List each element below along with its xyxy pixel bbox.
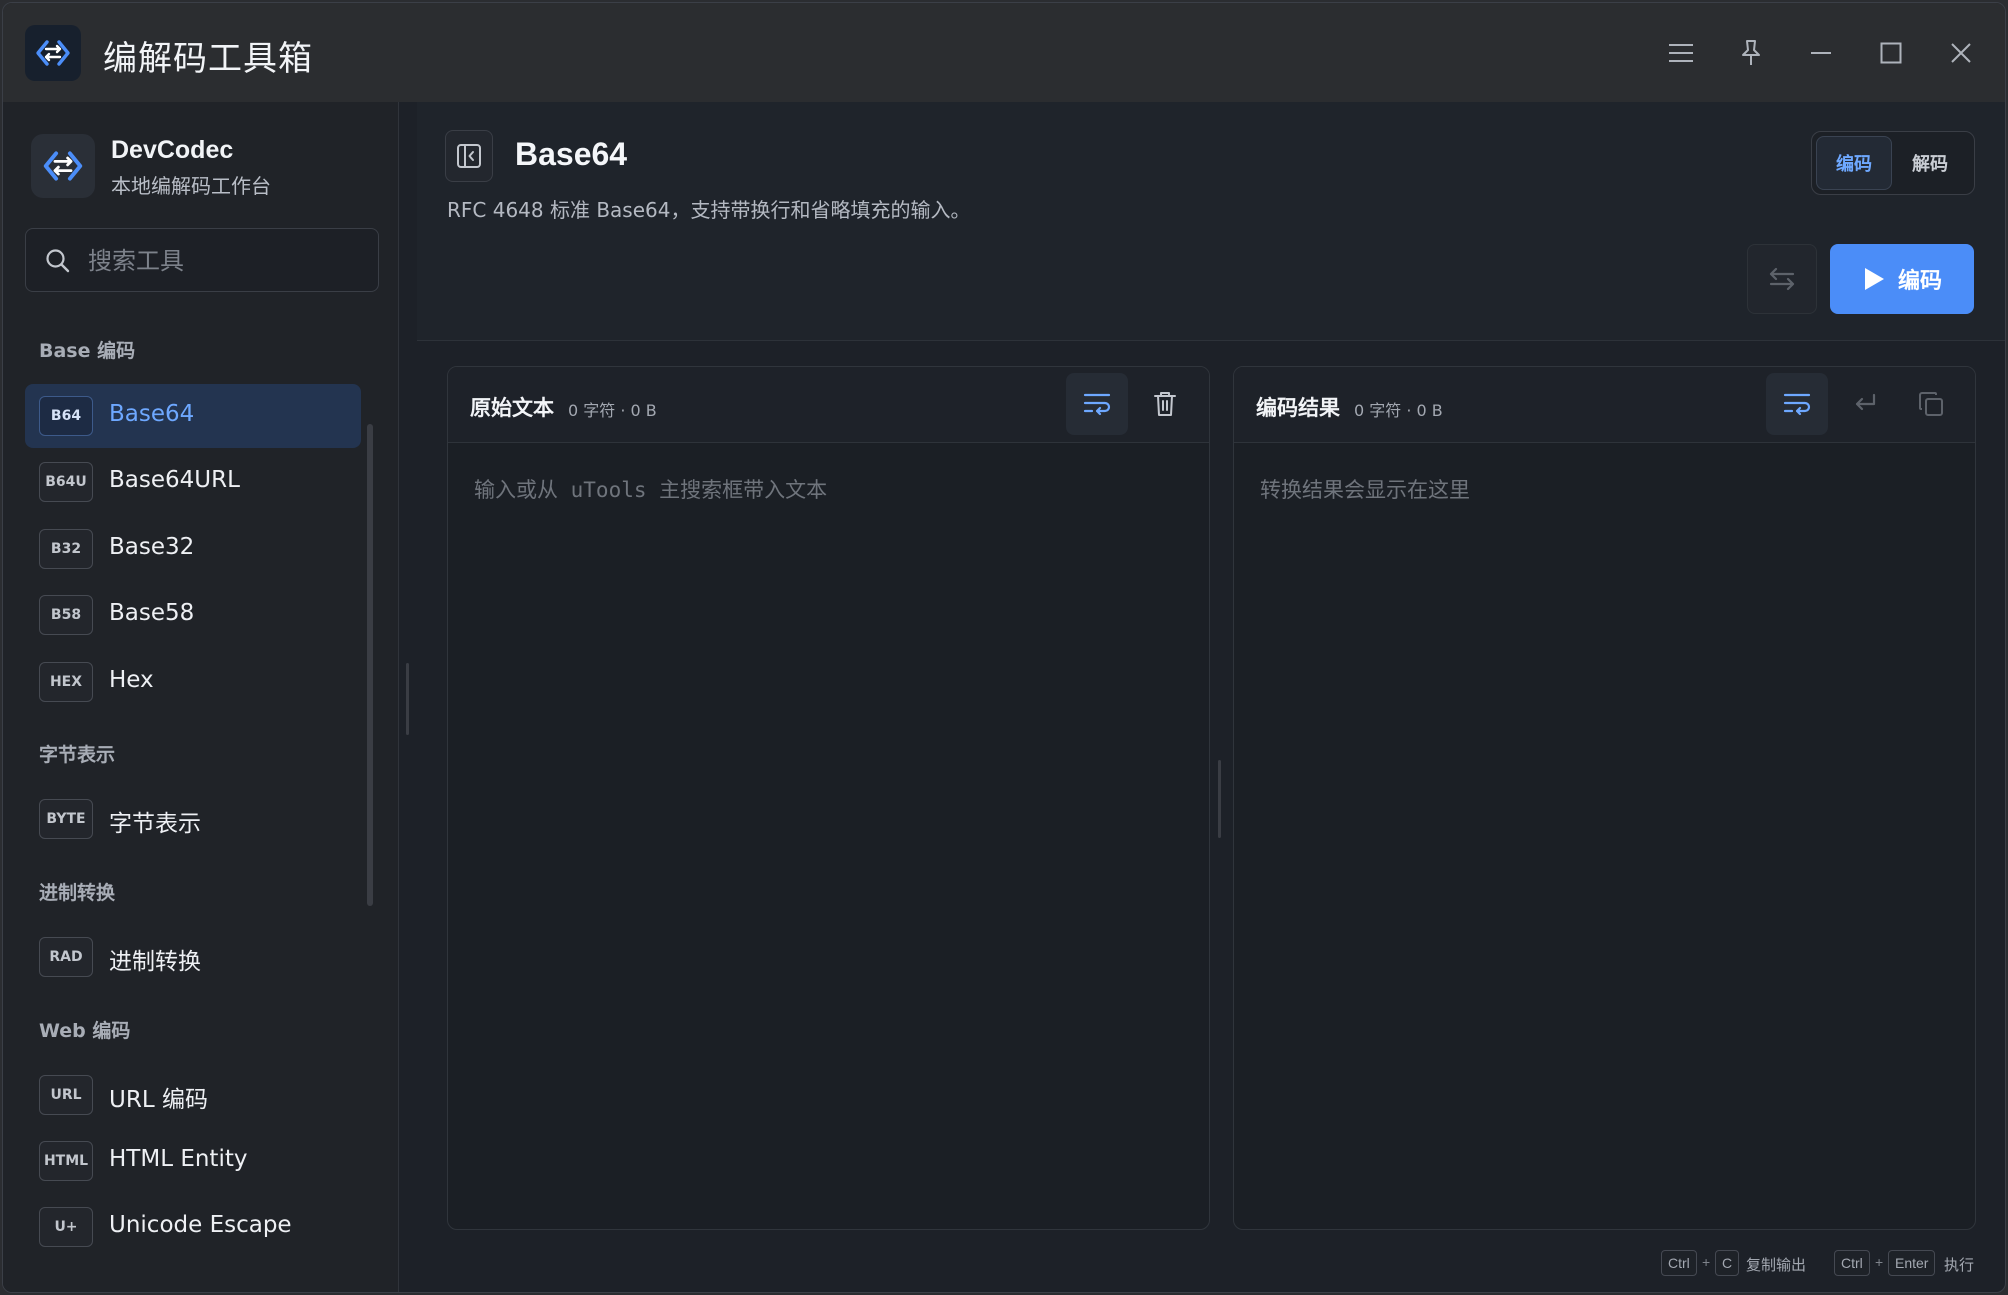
- nav-badge: B58: [39, 595, 93, 635]
- panel-resize-handle[interactable]: [1218, 760, 1221, 838]
- maximize-icon[interactable]: [1867, 29, 1915, 77]
- sidebar: DevCodec 本地编解码工作台 Base 编码 B64 Base64 B64…: [3, 102, 399, 1292]
- nav-badge: BYTE: [39, 799, 93, 839]
- close-icon[interactable]: [1937, 29, 1985, 77]
- return-arrow-icon: [1855, 393, 1876, 411]
- word-wrap-icon: [1083, 393, 1111, 416]
- nav-label: Hex: [109, 667, 154, 693]
- group-label-bytes: 字节表示: [39, 744, 116, 766]
- search-input[interactable]: [88, 241, 368, 281]
- nav-item-base64[interactable]: B64 Base64: [25, 384, 361, 448]
- word-wrap-icon: [1783, 393, 1811, 416]
- input-panel-header: 原始文本 0 字符 · 0 B: [448, 367, 1209, 443]
- trash-icon: [1154, 392, 1176, 416]
- search-icon: [44, 247, 72, 280]
- tool-title: Base64: [515, 136, 628, 172]
- mode-toggle: 编码 解码: [1811, 131, 1975, 195]
- app-title: 编解码工具箱: [103, 39, 313, 79]
- run-hint: 执行: [1944, 1256, 1975, 1274]
- run-button-label: 编码: [1897, 269, 1942, 294]
- search-box[interactable]: [25, 228, 379, 292]
- nav-badge: HTML: [39, 1141, 93, 1181]
- nav-label: HTML Entity: [109, 1146, 248, 1172]
- copy-icon: [1919, 392, 1943, 416]
- minimize-icon[interactable]: [1797, 29, 1845, 77]
- kbd-plus: +: [1875, 1254, 1884, 1270]
- app-window: 编解码工具箱 DevCodec 本地编解码工作台 搜索工具 Base 编码 B6…: [2, 2, 2006, 1293]
- nav-item-base32[interactable]: B32 Base32: [25, 517, 361, 581]
- group-label-base: Base 编码: [39, 340, 136, 362]
- sidebar-scrollbar[interactable]: [367, 424, 373, 906]
- nav-badge: B64U: [39, 462, 93, 502]
- output-wrap-toggle-button[interactable]: [1766, 373, 1828, 435]
- collapse-sidebar-button[interactable]: [445, 130, 493, 182]
- nav-label: Base58: [109, 600, 195, 626]
- output-panel: 编码结果 0 字符 · 0 B: [1233, 366, 1976, 1230]
- output-textarea[interactable]: [1234, 444, 1975, 1229]
- nav-badge: B32: [39, 529, 93, 569]
- nav-item-html-entity[interactable]: HTML HTML Entity: [25, 1129, 361, 1193]
- kbd-ctrl: Ctrl: [1834, 1250, 1870, 1276]
- pin-icon[interactable]: [1727, 29, 1775, 77]
- input-panel-title: 原始文本: [470, 396, 554, 420]
- shortcut-hints: Ctrl + C 复制输出 Ctrl + Enter 执行: [417, 1250, 2005, 1280]
- brand-name: DevCodec: [111, 136, 234, 164]
- main-content: Base64 RFC 4648 标准 Base64，支持带换行和省略填充的输入。…: [417, 102, 2005, 1292]
- copy-output-button[interactable]: [1900, 373, 1962, 435]
- nav-label: Base64: [109, 401, 195, 427]
- wrap-toggle-button[interactable]: [1066, 373, 1128, 435]
- swap-icon: [1769, 267, 1795, 291]
- kbd-enter: Enter: [1888, 1250, 1936, 1276]
- nav-label: 进制转换: [109, 949, 201, 975]
- mode-decode-button[interactable]: 解码: [1892, 136, 1968, 190]
- swap-button[interactable]: [1747, 244, 1817, 314]
- output-panel-meta: 0 字符 · 0 B: [1354, 401, 1443, 420]
- nav-badge: U+: [39, 1207, 93, 1247]
- input-panel: 原始文本 0 字符 · 0 B: [447, 366, 1210, 1230]
- output-panel-title: 编码结果: [1256, 396, 1340, 420]
- title-bar: 编解码工具箱: [3, 3, 2005, 102]
- nav-badge: HEX: [39, 662, 93, 702]
- menu-icon[interactable]: [1657, 29, 1705, 77]
- run-button[interactable]: 编码: [1830, 244, 1974, 314]
- nav-item-base58[interactable]: B58 Base58: [25, 583, 361, 647]
- nav-badge: RAD: [39, 937, 93, 977]
- brand-subtitle: 本地编解码工作台: [111, 174, 271, 198]
- nav-item-unicode-escape[interactable]: U+ Unicode Escape: [25, 1195, 361, 1259]
- play-icon: [1864, 268, 1884, 290]
- kbd-plus: +: [1702, 1254, 1711, 1270]
- tool-description: RFC 4648 标准 Base64，支持带换行和省略填充的输入。: [447, 198, 971, 222]
- group-label-radix: 进制转换: [39, 882, 116, 904]
- nav-label: Base32: [109, 534, 195, 560]
- nav-badge: URL: [39, 1075, 93, 1115]
- nav-item-hex[interactable]: HEX Hex: [25, 650, 361, 714]
- use-as-input-button[interactable]: [1834, 373, 1896, 435]
- input-textarea[interactable]: [448, 444, 1209, 1229]
- nav-badge: B64: [39, 396, 93, 436]
- group-label-web: Web 编码: [39, 1020, 131, 1042]
- nav-item-radix[interactable]: RAD 进制转换: [25, 925, 361, 989]
- nav-item-bytes[interactable]: BYTE 字节表示: [25, 787, 361, 851]
- tool-header: Base64 RFC 4648 标准 Base64，支持带换行和省略填充的输入。…: [417, 102, 2005, 341]
- brand-logo-icon: [31, 134, 95, 198]
- sidebar-collapse-icon: [457, 144, 481, 168]
- output-panel-header: 编码结果 0 字符 · 0 B: [1234, 367, 1975, 443]
- kbd-c: C: [1715, 1250, 1740, 1276]
- nav-label: Unicode Escape: [109, 1212, 292, 1238]
- nav-item-base64url[interactable]: B64U Base64URL: [25, 450, 361, 514]
- app-logo-icon: [25, 25, 81, 81]
- sidebar-resize-handle[interactable]: [406, 663, 409, 735]
- input-panel-meta: 0 字符 · 0 B: [568, 401, 657, 420]
- mode-encode-button[interactable]: 编码: [1816, 136, 1892, 190]
- nav-label: Base64URL: [109, 467, 240, 493]
- nav-label: 字节表示: [109, 811, 201, 837]
- nav-label: URL 编码: [109, 1087, 208, 1113]
- kbd-ctrl: Ctrl: [1661, 1250, 1697, 1276]
- clear-button[interactable]: [1134, 373, 1196, 435]
- nav-item-url[interactable]: URL URL 编码: [25, 1063, 361, 1127]
- copy-output-hint: 复制输出: [1746, 1256, 1807, 1274]
